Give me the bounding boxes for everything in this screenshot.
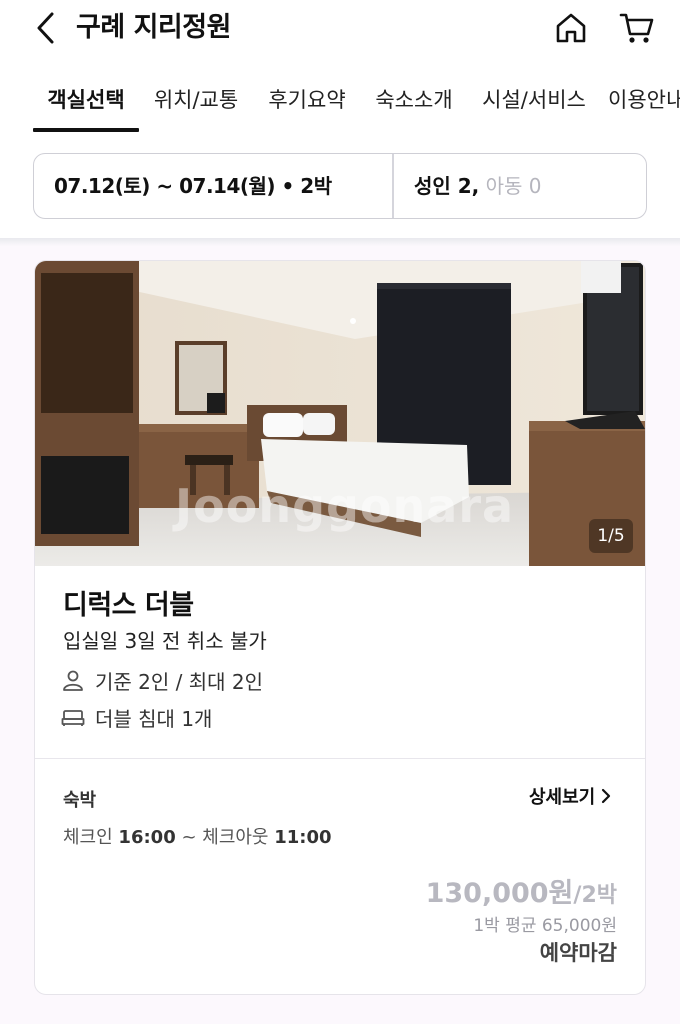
header-shadow	[0, 238, 680, 246]
checkout-time: 11:00	[274, 827, 332, 848]
cancel-policy: 입실일 3일 전 취소 불가	[63, 629, 267, 653]
image-watermark: Joonggonara	[175, 479, 515, 533]
active-tab-indicator	[33, 128, 139, 132]
stay-type-label: 숙박	[63, 790, 97, 811]
bed-row: 더블 침대 1개	[61, 702, 212, 732]
average-price: 1박 평균 65,000원	[473, 916, 617, 936]
room-name: 디럭스 더블	[63, 590, 194, 621]
price-unit: /2박	[573, 883, 617, 908]
card-divider	[35, 758, 645, 759]
guest-selector[interactable]: 성인 2, 아동 0	[414, 154, 542, 218]
child-count: 아동 0	[485, 174, 542, 198]
home-button[interactable]	[550, 8, 592, 48]
date-range-selector[interactable]: 07.12(토) ~ 07.14(월) • 2박	[54, 154, 332, 218]
detail-view-label: 상세보기	[529, 787, 596, 808]
price-amount: 130,000원	[425, 878, 574, 909]
checkout-label: ~ 체크아웃	[181, 827, 269, 848]
tab-review-summary[interactable]: 후기요약	[260, 70, 354, 132]
tab-facilities[interactable]: 시설/서비스	[474, 70, 594, 132]
tab-location[interactable]: 위치/교통	[146, 70, 246, 132]
booking-filter: 07.12(토) ~ 07.14(월) • 2박 성인 2, 아동 0	[33, 153, 647, 219]
bed-text: 더블 침대 1개	[95, 706, 213, 731]
cart-button[interactable]	[616, 8, 658, 48]
reservation-status: 예약마감	[539, 941, 617, 965]
tab-property-intro[interactable]: 숙소소개	[367, 70, 461, 132]
filter-divider	[392, 154, 394, 218]
checkin-label: 체크인	[63, 827, 113, 848]
cart-icon	[619, 13, 654, 43]
adult-count: 성인 2,	[414, 174, 480, 198]
section-tabs: 객실선택 위치/교통 후기요약 숙소소개 시설/서비스 이용안내	[0, 70, 680, 134]
page-title: 구례 지리정원	[76, 12, 231, 43]
tab-usage-guide[interactable]: 이용안내	[608, 70, 680, 132]
back-button[interactable]	[28, 8, 62, 48]
person-icon	[63, 670, 83, 691]
check-in-out-times: 체크인 16:00 ~ 체크아웃 11:00	[63, 823, 332, 849]
room-card: Joonggonara 1/5 디럭스 더블 입실일 3일 전 취소 불가 기준…	[34, 260, 646, 995]
total-price: 130,000원/2박	[426, 871, 617, 910]
chevron-left-icon	[37, 12, 54, 44]
occupancy-row: 기준 2인 / 최대 2인	[61, 665, 263, 695]
room-photo[interactable]: Joonggonara 1/5	[35, 261, 645, 566]
photo-counter: 1/5	[589, 519, 633, 553]
occupancy-text: 기준 2인 / 최대 2인	[95, 669, 264, 694]
tab-room-select[interactable]: 객실선택	[33, 70, 139, 132]
home-icon	[556, 13, 586, 43]
bed-icon	[61, 710, 85, 726]
app-header: 구례 지리정원	[0, 0, 680, 60]
checkin-time: 16:00	[118, 827, 176, 848]
detail-view-link[interactable]: 상세보기	[529, 783, 611, 809]
chevron-right-icon	[602, 788, 611, 804]
